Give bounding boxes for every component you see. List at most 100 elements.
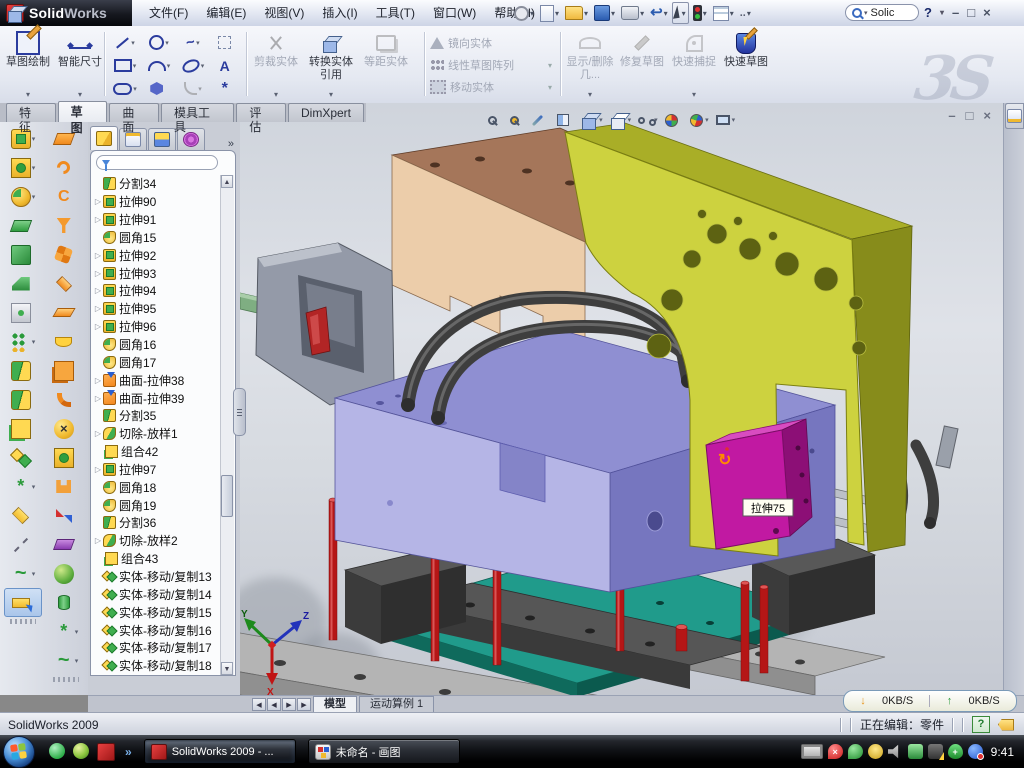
swept-boss-icon[interactable]: ▾	[4, 211, 42, 240]
document-minimize-button[interactable]: –	[948, 108, 955, 123]
zoom-to-area-icon[interactable]: ▾	[510, 116, 525, 125]
model-tab-prev-button[interactable]: ◀	[267, 698, 281, 711]
command-button[interactable]: 显示/删除几... ▾	[566, 29, 614, 99]
new-document-icon[interactable]: ▾	[538, 3, 561, 23]
tray-badge-icon[interactable]	[868, 744, 883, 759]
reference-point-icon[interactable]: * ▾	[4, 472, 42, 501]
menu-item[interactable]: 编辑(E)	[197, 3, 255, 23]
ellipse-icon[interactable]: ▾	[176, 54, 210, 77]
pin-icon[interactable]: ▾	[512, 3, 536, 23]
document-close-button[interactable]: ×	[983, 108, 991, 123]
offset-surface-icon[interactable]: ▾	[47, 298, 85, 327]
lofted-boss-icon[interactable]: ▾	[4, 240, 42, 269]
command-button[interactable]: 镜向实体 ▾	[430, 32, 552, 54]
tree-item[interactable]: ▷ 曲面-拉伸39	[93, 389, 221, 407]
line-icon[interactable]: ▾	[108, 31, 142, 54]
command-button[interactable]: 草图绘制 ▾	[4, 29, 52, 99]
delete-body-icon[interactable]: × ▾	[47, 414, 85, 443]
command-button[interactable]: 线性草图阵列 ▾	[430, 54, 552, 76]
tray-sync-icon[interactable]	[968, 744, 983, 759]
quick-tips-icon[interactable]: ?	[972, 716, 990, 733]
split-body-icon[interactable]: ▾	[4, 385, 42, 414]
slide-block[interactable]: ↻	[706, 419, 812, 549]
menu-item[interactable]: 工具(T)	[367, 3, 424, 23]
sprue-bracket[interactable]	[240, 243, 394, 405]
tree-item[interactable]: ▷ 实体-移动/复制16	[93, 621, 221, 639]
model-tab[interactable]: 运动算例 1	[359, 696, 434, 713]
search-input[interactable]	[871, 7, 911, 19]
core-icon[interactable]: ▾	[47, 559, 85, 588]
scroll-up-icon[interactable]: ▲	[221, 175, 233, 188]
tree-item[interactable]: ▷ 圆角18	[93, 478, 221, 496]
scroll-down-icon[interactable]: ▼	[221, 662, 233, 675]
restore-button[interactable]: □	[967, 5, 975, 20]
knit-surface-icon[interactable]: ▾	[47, 240, 85, 269]
extend-surface-icon[interactable]: ▾	[47, 327, 85, 356]
taskbar-button[interactable]: SolidWorks 2009 - ...	[144, 739, 296, 764]
expand-icon[interactable]: ▷	[93, 429, 103, 438]
scale-icon[interactable]: ▾	[47, 443, 85, 472]
undo-icon[interactable]: ↩ ▾	[648, 3, 670, 23]
tray-network-warning-icon[interactable]	[928, 744, 943, 759]
tray-security-alert-icon[interactable]: ×	[828, 744, 843, 759]
planar-surface-icon[interactable]: ▾	[47, 269, 85, 298]
thicken-icon[interactable]: ▾	[47, 356, 85, 385]
tree-item[interactable]: ▷ 拉伸94	[93, 282, 221, 300]
menu-item[interactable]: 窗口(W)	[424, 3, 485, 23]
sketch-fillet-icon[interactable]: ▾	[176, 77, 210, 100]
tree-filter-input[interactable]	[96, 155, 218, 170]
expand-icon[interactable]: ▷	[93, 286, 103, 295]
print-icon[interactable]: ▾	[619, 3, 646, 23]
command-button[interactable]: 修复草图 ▾	[618, 29, 666, 99]
ribbon-tab[interactable]: 模具工具	[161, 103, 234, 122]
ribbon-tab[interactable]: DimXpert	[288, 103, 364, 122]
ruled-surface-icon[interactable]: ▾	[47, 153, 85, 182]
network-speed-widget[interactable]: ↓ 0KB/S ↑ 0KB/S	[843, 690, 1017, 712]
options-icon[interactable]: ▾	[711, 3, 736, 23]
reference-axis-icon[interactable]: ▾	[4, 530, 42, 559]
instant3d-icon[interactable]: ▾	[4, 588, 42, 617]
tree-item[interactable]: ▷ 拉伸97	[93, 461, 221, 479]
rectangle-icon[interactable]: ▾	[108, 54, 142, 77]
menu-item[interactable]: 文件(F)	[140, 3, 197, 23]
tree-item[interactable]: ▷ 实体-移动/复制14	[93, 585, 221, 603]
expand-icon[interactable]: ▷	[93, 465, 103, 474]
command-button[interactable]: 剪裁实体 ▾	[250, 29, 302, 99]
tree-item[interactable]: ▷ 拉伸92	[93, 246, 221, 264]
ribbon-tab[interactable]: 评估	[236, 103, 286, 122]
tray-antivirus-icon[interactable]: +	[948, 744, 963, 759]
tray-device-icon[interactable]	[908, 744, 923, 759]
slot-icon[interactable]: ▾	[108, 77, 142, 100]
tree-item[interactable]: ▷ 分割35	[93, 407, 221, 425]
overflow-icon[interactable]: .. ▾	[738, 3, 753, 23]
display-style-icon[interactable]: ▾	[610, 112, 632, 128]
ribbon-tab[interactable]: 草图	[58, 101, 108, 122]
expand-icon[interactable]: ▷	[93, 251, 103, 260]
tree-item[interactable]: ▷ 曲面-拉伸38	[93, 371, 221, 389]
featuremanager-tab[interactable]	[90, 126, 118, 150]
tree-item[interactable]: ▷ 圆角15	[93, 229, 221, 247]
custom-properties-tab[interactable]	[1005, 103, 1024, 129]
parting-line-icon[interactable]: ▾	[47, 501, 85, 530]
tray-audio-icon[interactable]	[888, 744, 903, 759]
curve-icon[interactable]: ~ ▾	[4, 559, 42, 588]
sketch-text-icon[interactable]: A ▾	[210, 54, 244, 77]
zoom-to-fit-icon[interactable]: ▾	[488, 116, 503, 125]
tags-icon[interactable]	[998, 719, 1014, 731]
help-button[interactable]: ?	[924, 5, 932, 20]
tray-shield-icon[interactable]	[848, 744, 863, 759]
panel-tabs-overflow[interactable]: »	[228, 138, 238, 150]
tree-item[interactable]: ▷ 实体-移动/复制17	[93, 639, 221, 657]
apply-scene-icon[interactable]: ▾	[690, 114, 709, 127]
previous-view-icon[interactable]: ▾	[531, 116, 550, 124]
hole-wizard-icon[interactable]: ▾	[4, 298, 42, 327]
mold-point-icon[interactable]: * ▾	[47, 617, 85, 646]
expand-icon[interactable]: ▷	[93, 536, 103, 545]
view-settings-icon[interactable]: ▾	[716, 115, 736, 125]
dome-icon[interactable]: ▾	[47, 588, 85, 617]
configurationmanager-tab[interactable]	[148, 128, 176, 150]
command-button[interactable]: 转换实体引用 ▾	[305, 29, 357, 99]
tree-item[interactable]: ▷ 分割36	[93, 514, 221, 532]
tree-item[interactable]: ▷ 拉伸93	[93, 264, 221, 282]
tree-item[interactable]: ▷ 拉伸90	[93, 193, 221, 211]
